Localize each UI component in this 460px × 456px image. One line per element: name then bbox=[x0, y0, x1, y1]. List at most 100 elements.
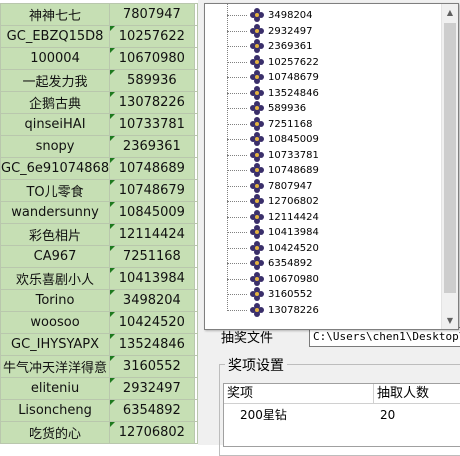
tree-item[interactable]: 12114424 bbox=[227, 209, 437, 226]
tree-item[interactable]: 2932497 bbox=[227, 23, 437, 40]
nickname-cell[interactable]: GC_6e91074868 bbox=[0, 157, 111, 180]
id-tree-popup[interactable]: 3498204 2932497 2369361 10257622 10748679 135… bbox=[204, 3, 459, 330]
id-cell[interactable]: 10748689 bbox=[109, 157, 195, 180]
empty-cell[interactable] bbox=[193, 25, 198, 48]
id-cell[interactable]: 10748679 bbox=[109, 179, 195, 202]
tree-item[interactable]: 3498204 bbox=[227, 7, 437, 24]
tree-item-label: 3498204 bbox=[268, 10, 313, 21]
empty-cell[interactable] bbox=[193, 355, 198, 378]
nickname-cell[interactable]: Torino bbox=[0, 289, 111, 312]
tree-item[interactable]: 10670980 bbox=[227, 271, 437, 288]
id-cell[interactable]: 12706802 bbox=[109, 421, 195, 444]
nickname-cell[interactable]: snopy bbox=[0, 135, 111, 158]
prize-cell[interactable]: 200星钻 bbox=[240, 406, 287, 424]
tree-item[interactable]: 7251168 bbox=[227, 116, 437, 133]
empty-cell[interactable] bbox=[193, 69, 198, 92]
tree-item[interactable]: 2369361 bbox=[227, 38, 437, 55]
tree-item[interactable]: 12706802 bbox=[227, 193, 437, 210]
tree-item[interactable]: 10748689 bbox=[227, 162, 437, 179]
empty-cell[interactable] bbox=[193, 267, 198, 290]
id-cell[interactable]: 10424520 bbox=[109, 311, 195, 334]
nickname-cell[interactable]: GC_IHYSYAPX bbox=[0, 333, 111, 356]
tree-item[interactable]: 10257622 bbox=[227, 54, 437, 71]
tree-item[interactable]: 6354892 bbox=[227, 255, 437, 272]
id-cell[interactable]: 7251168 bbox=[109, 245, 195, 268]
id-cell[interactable]: 2369361 bbox=[109, 135, 195, 158]
empty-cell[interactable] bbox=[193, 377, 198, 400]
column-header-prize[interactable]: 奖项 bbox=[224, 384, 374, 404]
id-cell[interactable]: 3498204 bbox=[109, 289, 195, 312]
tree-item[interactable]: 10845009 bbox=[227, 131, 437, 148]
id-cell[interactable]: 13524846 bbox=[109, 333, 195, 356]
nickname-cell[interactable]: qinseiHAI bbox=[0, 113, 111, 136]
scroll-thumb[interactable] bbox=[444, 23, 456, 293]
tree-item[interactable]: 3160552 bbox=[227, 286, 437, 303]
empty-cell[interactable] bbox=[193, 421, 198, 444]
count-cell[interactable]: 20 bbox=[380, 406, 395, 424]
tree-item[interactable]: 10748679 bbox=[227, 69, 437, 86]
tree-item[interactable]: 13524846 bbox=[227, 85, 437, 102]
id-cell[interactable]: 3160552 bbox=[109, 355, 195, 378]
tree-item[interactable]: 10733781 bbox=[227, 147, 437, 164]
scroll-up-icon[interactable]: ▲ bbox=[442, 4, 458, 21]
nickname-cell[interactable]: Lisoncheng bbox=[0, 399, 111, 422]
empty-cell[interactable] bbox=[193, 223, 198, 246]
flower-icon bbox=[250, 256, 264, 270]
id-cell[interactable]: 589936 bbox=[109, 69, 195, 92]
nickname-cell[interactable]: 欢乐喜剧小人 bbox=[0, 267, 111, 290]
tree-item[interactable]: 10424520 bbox=[227, 240, 437, 257]
nickname-cell[interactable]: 彩色相片 bbox=[0, 223, 111, 246]
id-cell[interactable]: 10733781 bbox=[109, 113, 195, 136]
id-cell[interactable]: 10413984 bbox=[109, 267, 195, 290]
id-cell[interactable]: 12114424 bbox=[109, 223, 195, 246]
table-row: Lisoncheng 6354892 bbox=[0, 399, 198, 422]
id-cell[interactable]: 2932497 bbox=[109, 377, 195, 400]
nickname-cell[interactable]: 神神七七 bbox=[0, 3, 111, 26]
id-cell[interactable]: 13078226 bbox=[109, 91, 195, 114]
id-cell[interactable]: 10257622 bbox=[109, 25, 195, 48]
nickname-cell[interactable]: 一起发力我 bbox=[0, 69, 111, 92]
tree-item-label: 7807947 bbox=[268, 180, 313, 192]
nickname-cell[interactable]: 牛气冲天洋洋得意 bbox=[0, 355, 111, 378]
tree-item-label: 10670980 bbox=[268, 273, 319, 285]
nickname-cell[interactable]: eliteniu bbox=[0, 377, 111, 400]
tree-item[interactable]: 10413984 bbox=[227, 224, 437, 241]
nickname-cell[interactable]: CA967 bbox=[0, 245, 111, 268]
empty-cell[interactable] bbox=[193, 135, 198, 158]
empty-cell[interactable] bbox=[193, 245, 198, 268]
empty-cell[interactable] bbox=[193, 311, 198, 334]
scroll-down-icon[interactable]: ▼ bbox=[442, 312, 458, 329]
empty-cell[interactable] bbox=[193, 47, 198, 70]
file-path-input[interactable]: C:\Users\chen1\Desktop\微软 bbox=[309, 327, 460, 347]
id-cell[interactable]: 10845009 bbox=[109, 201, 195, 224]
table-row: Torino 3498204 bbox=[0, 289, 198, 312]
nickname-cell[interactable]: 吃货的心 bbox=[0, 421, 111, 444]
tree-item[interactable]: 13078226 bbox=[227, 302, 437, 319]
column-header-count[interactable]: 抽取人数 bbox=[374, 384, 460, 404]
empty-cell[interactable] bbox=[193, 3, 198, 26]
tree-item[interactable]: 589936 bbox=[227, 100, 437, 117]
nickname-cell[interactable]: 100004 bbox=[0, 47, 111, 70]
nickname-cell[interactable]: wandersunny bbox=[0, 201, 111, 224]
id-cell[interactable]: 7807947 bbox=[109, 3, 195, 26]
nickname-cell[interactable]: woosoo bbox=[0, 311, 111, 334]
tree-connector bbox=[227, 201, 247, 202]
empty-cell[interactable] bbox=[193, 333, 198, 356]
id-cell[interactable]: 6354892 bbox=[109, 399, 195, 422]
flower-icon bbox=[250, 85, 264, 100]
vertical-scrollbar[interactable]: ▲ ▼ bbox=[441, 4, 458, 329]
empty-cell[interactable] bbox=[193, 113, 198, 136]
prize-grid[interactable]: 奖项 抽取人数 200星钻 20 bbox=[223, 383, 460, 447]
nickname-cell[interactable]: TO儿零食 bbox=[0, 179, 111, 202]
empty-cell[interactable] bbox=[193, 179, 198, 202]
nickname-cell[interactable]: GC_EBZQ15D8 bbox=[0, 25, 111, 48]
empty-cell[interactable] bbox=[193, 157, 198, 180]
empty-cell[interactable] bbox=[193, 289, 198, 312]
empty-cell[interactable] bbox=[193, 201, 198, 224]
id-cell[interactable]: 10670980 bbox=[109, 47, 195, 70]
empty-cell[interactable] bbox=[193, 399, 198, 422]
empty-cell[interactable] bbox=[193, 91, 198, 114]
nickname-cell[interactable]: 企鹅古典 bbox=[0, 91, 111, 114]
tree-item[interactable]: 7807947 bbox=[227, 178, 437, 195]
id-tree[interactable]: 3498204 2932497 2369361 10257622 10748679 135… bbox=[205, 4, 441, 329]
